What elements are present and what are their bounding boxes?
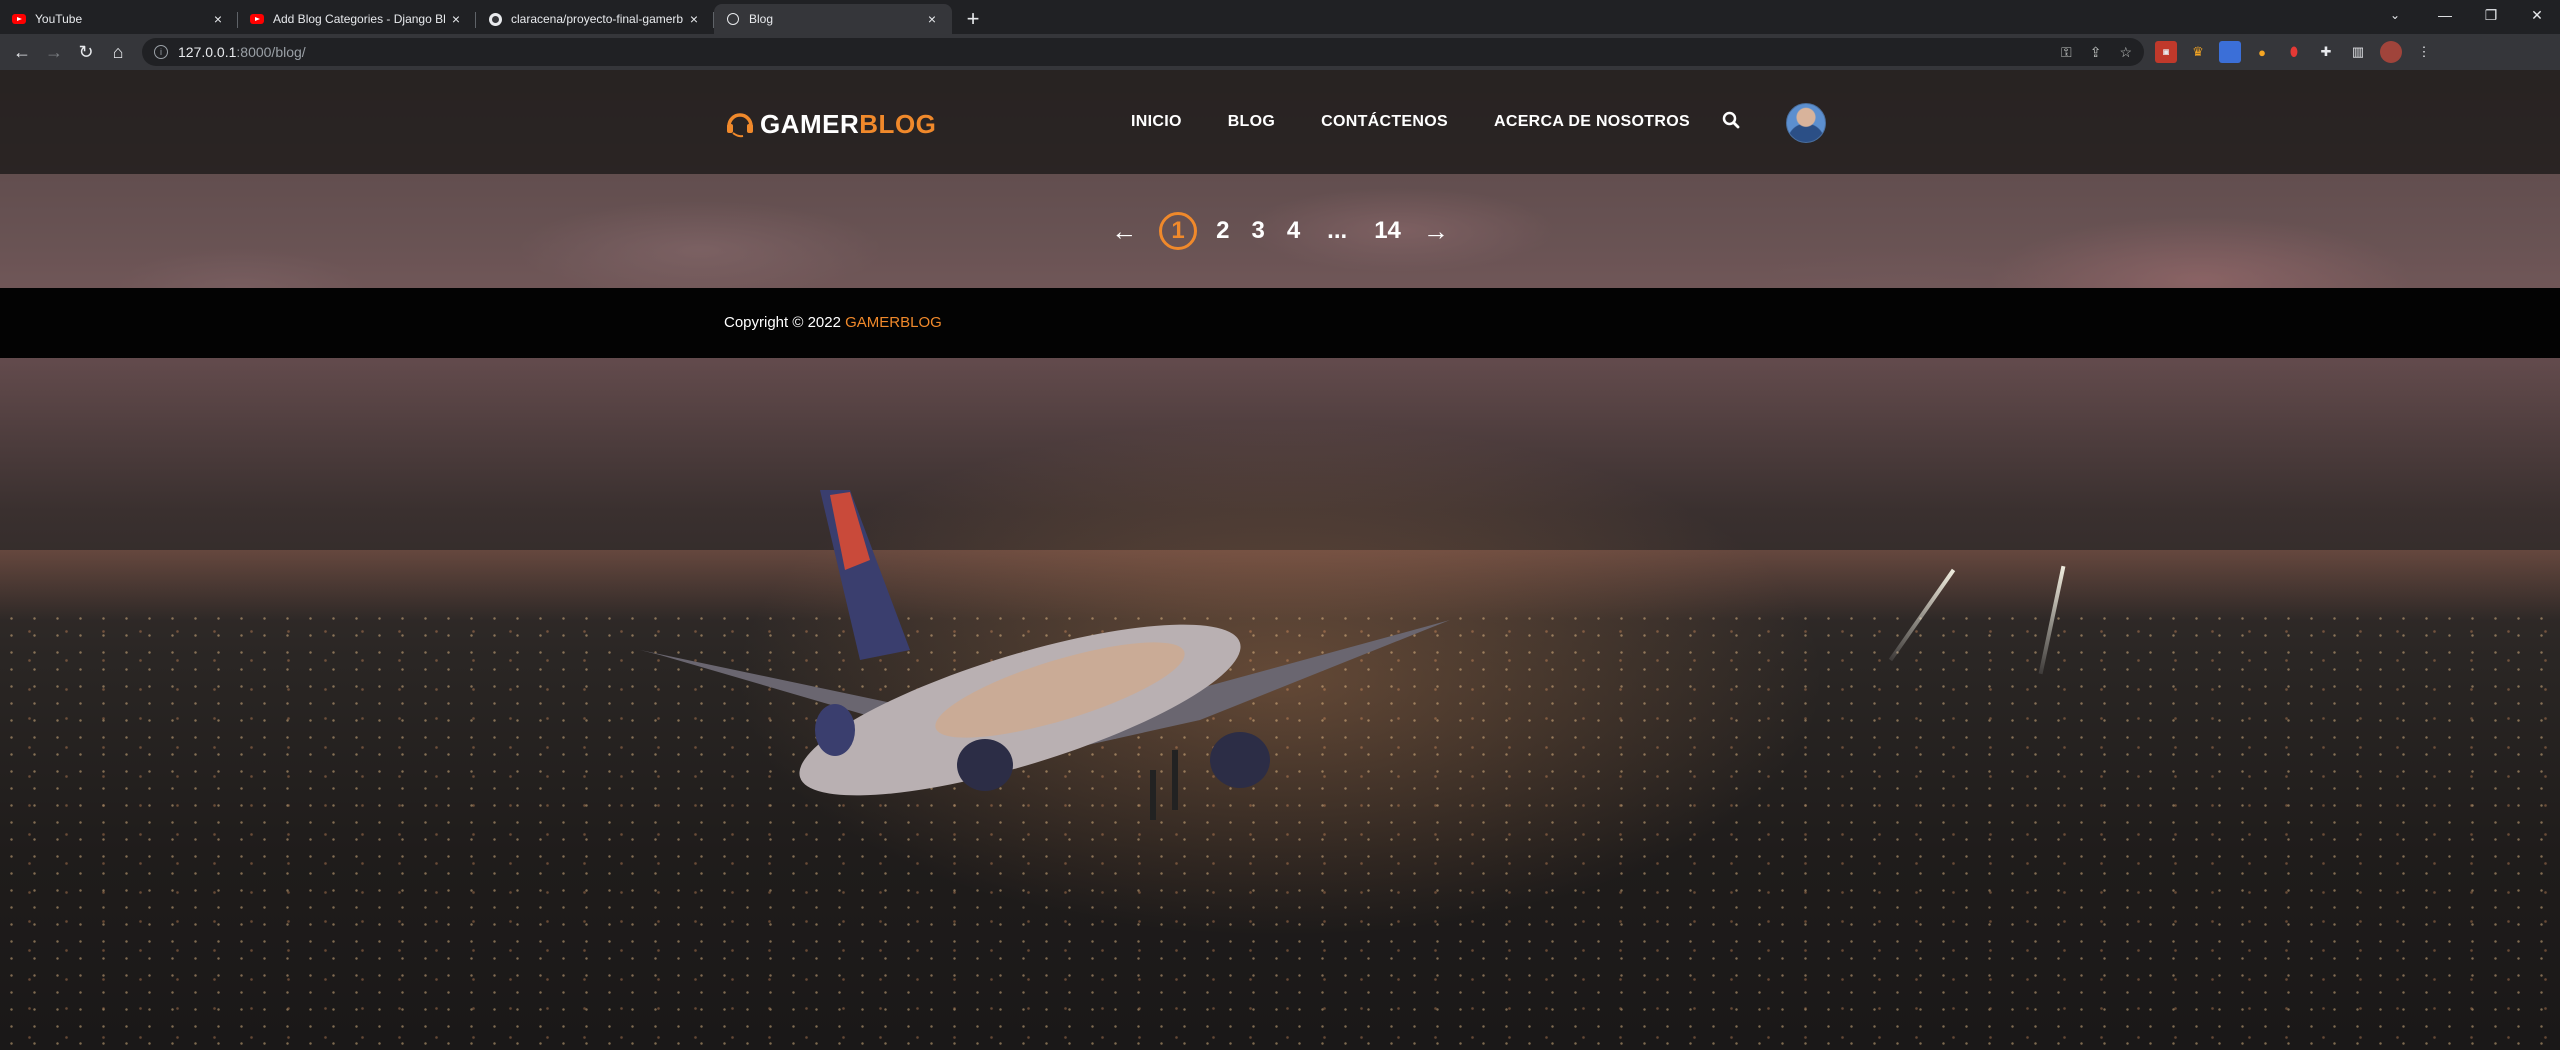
site-footer: Copyright © 2022 GAMERBLOG: [0, 288, 2560, 358]
browser-profile-avatar[interactable]: [2380, 41, 2402, 63]
page-link-last[interactable]: 14: [1374, 217, 1401, 245]
youtube-icon: [12, 12, 26, 26]
pagination: ← 1 2 3 4 ... 14 →: [0, 174, 2560, 288]
browser-tab[interactable]: claracena/proyecto-final-gamerb ×: [476, 4, 714, 34]
bookmark-star-icon[interactable]: ☆: [2119, 44, 2132, 61]
extension-blue-icon[interactable]: [2219, 41, 2241, 63]
prev-page-arrow-icon[interactable]: ←: [1111, 216, 1137, 247]
copyright-label: Copyright © 2022: [724, 314, 841, 331]
site-header: GAMER BLOG INICIO BLOG CONTÁCTENOS ACERCA…: [0, 70, 2560, 174]
tab-title: YouTube: [35, 12, 83, 26]
page-link-current[interactable]: 1: [1159, 212, 1198, 250]
footer-brand-link[interactable]: GAMERBLOG: [845, 314, 942, 331]
copyright-text: Copyright © 2022 GAMERBLOG: [724, 314, 942, 331]
url-host: 127.0.0.1: [178, 44, 237, 60]
tab-title: Add Blog Categories - Django Bl: [273, 12, 446, 26]
site-logo[interactable]: GAMER BLOG: [724, 108, 936, 140]
browser-tab-active[interactable]: Blog ×: [714, 4, 952, 34]
extension-shield-icon[interactable]: ⬮: [2283, 41, 2305, 63]
page-viewport: GAMER BLOG INICIO BLOG CONTÁCTENOS ACERCA…: [0, 70, 2560, 1050]
tab-close-icon[interactable]: ×: [448, 11, 464, 27]
minimize-button[interactable]: —: [2422, 0, 2468, 30]
extension-crown-icon[interactable]: ♛: [2187, 41, 2209, 63]
restore-button[interactable]: ❐: [2468, 0, 2514, 30]
browser-toolbar: ← → ↻ ⌂ i 127.0.0.1:8000/blog/ ⚿ ⇪ ☆ ▣ ♛…: [0, 34, 2560, 70]
github-icon: [488, 12, 502, 26]
key-icon[interactable]: ⚿: [2061, 44, 2072, 61]
extensions-area: ▣ ♛ ● ⬮ ✚ ▥ ⋮: [2150, 41, 2440, 63]
page-link[interactable]: 2: [1216, 217, 1229, 245]
headset-icon: [727, 113, 753, 138]
address-bar[interactable]: i 127.0.0.1:8000/blog/ ⚿ ⇪ ☆: [142, 38, 2144, 66]
window-controls: — ❐ ✕: [2422, 0, 2560, 30]
logo-text-gamer: GAMER: [760, 108, 860, 139]
nav-link-blog[interactable]: BLOG: [1228, 113, 1275, 131]
tab-close-icon[interactable]: ×: [924, 11, 940, 27]
youtube-icon: [250, 12, 264, 26]
reload-icon[interactable]: ↻: [70, 36, 102, 68]
main-nav: INICIO BLOG CONTÁCTENOS ACERCA DE NOSOTR…: [1131, 70, 1736, 174]
tab-title: claracena/proyecto-final-gamerb: [511, 12, 684, 26]
browser-tab-strip: YouTube × Add Blog Categories - Django B…: [0, 0, 2560, 34]
close-window-button[interactable]: ✕: [2514, 0, 2560, 30]
url-path: :8000/blog/: [236, 44, 306, 60]
tab-close-icon[interactable]: ×: [686, 11, 702, 27]
side-panel-icon[interactable]: ▥: [2347, 41, 2369, 63]
user-avatar[interactable]: [1786, 103, 1826, 143]
extension-cookie-icon[interactable]: ●: [2251, 41, 2273, 63]
back-icon[interactable]: ←: [6, 36, 38, 68]
nav-link-inicio[interactable]: INICIO: [1131, 113, 1182, 131]
tab-title: Blog: [749, 12, 774, 26]
nav-link-contactenos[interactable]: CONTÁCTENOS: [1321, 113, 1448, 131]
browser-tab[interactable]: YouTube ×: [0, 4, 238, 34]
extensions-puzzle-icon[interactable]: ✚: [2315, 41, 2337, 63]
forward-icon[interactable]: →: [38, 36, 70, 68]
browser-tab[interactable]: Add Blog Categories - Django Bl ×: [238, 4, 476, 34]
browser-menu-icon[interactable]: ⋮: [2413, 41, 2435, 63]
tab-search-icon[interactable]: ⌄: [2380, 0, 2410, 30]
search-icon[interactable]: [1722, 111, 1740, 129]
extension-red-icon[interactable]: ▣: [2155, 41, 2177, 63]
nav-link-acerca-de-nosotros[interactable]: ACERCA DE NOSOTROS: [1494, 113, 1690, 131]
site-info-icon[interactable]: i: [154, 45, 168, 59]
page-link[interactable]: 4: [1287, 217, 1300, 245]
home-icon[interactable]: ⌂: [102, 36, 134, 68]
share-icon[interactable]: ⇪: [2090, 44, 2102, 61]
globe-icon: [726, 12, 740, 26]
page-ellipsis: ...: [1327, 217, 1348, 244]
page-link[interactable]: 3: [1251, 217, 1264, 245]
tab-close-icon[interactable]: ×: [210, 11, 226, 27]
airplane-background-image: [640, 490, 1450, 820]
logo-text-blog: BLOG: [859, 108, 937, 139]
new-tab-button[interactable]: +: [958, 4, 988, 34]
next-page-arrow-icon[interactable]: →: [1423, 216, 1449, 247]
